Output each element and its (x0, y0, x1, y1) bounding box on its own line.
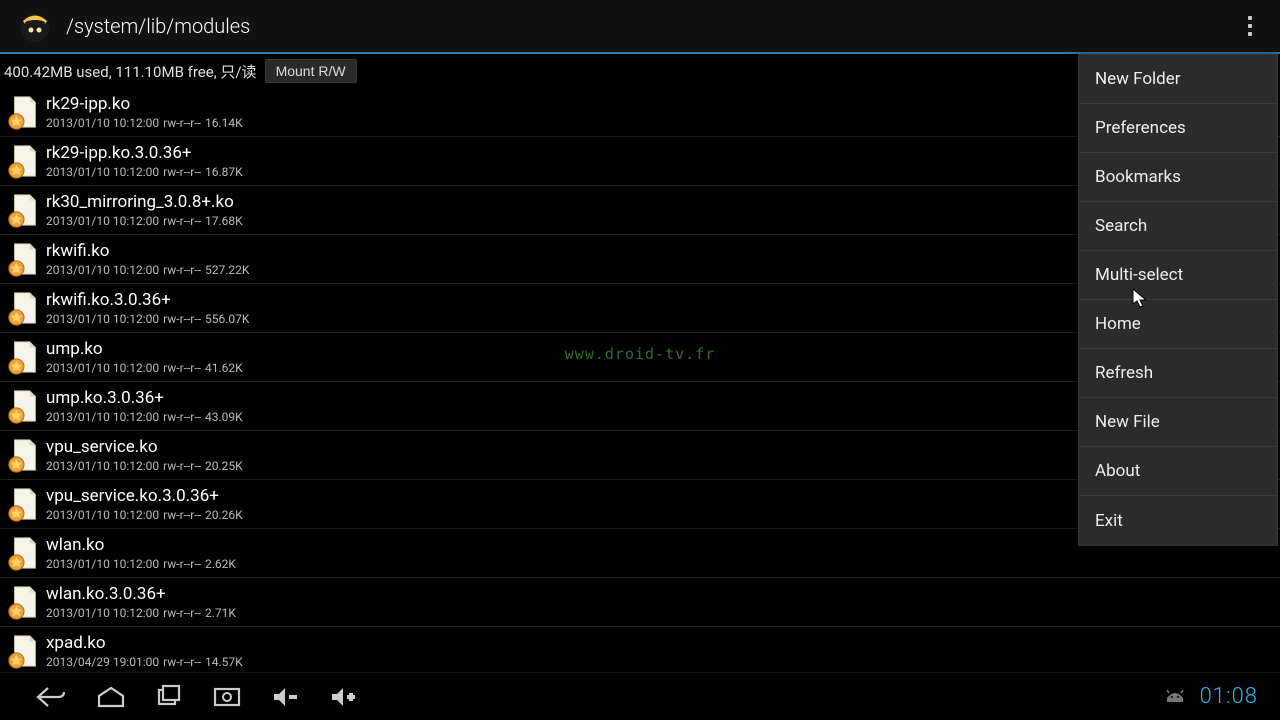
current-path[interactable]: /system/lib/modules (66, 14, 250, 38)
file-icon (2, 534, 46, 572)
menu-item-search[interactable]: Search (1079, 202, 1277, 251)
home-button[interactable] (96, 684, 126, 710)
more-icon (1248, 16, 1252, 36)
file-icon (2, 93, 46, 131)
menu-item-exit[interactable]: Exit (1079, 496, 1277, 545)
file-icon (2, 632, 46, 670)
file-name: rk30_mirroring_3.0.8+.ko (46, 192, 243, 212)
file-icon (2, 583, 46, 621)
app-icon (14, 5, 56, 47)
file-meta: 2013/01/10 10:12:00 rw-r--r-- 16.87K (46, 165, 243, 179)
system-navbar: 01:08 (0, 672, 1280, 720)
file-meta: 2013/01/10 10:12:00 rw-r--r-- 527.22K (46, 263, 249, 277)
file-icon (2, 240, 46, 278)
file-meta: 2013/01/10 10:12:00 rw-r--r-- 43.09K (46, 410, 243, 424)
back-button[interactable] (34, 684, 68, 710)
file-row[interactable]: wlan.ko.3.0.36+ 2013/01/10 10:12:00 rw-r… (0, 578, 1280, 627)
file-icon (2, 436, 46, 474)
file-icon (2, 191, 46, 229)
file-name: vpu_service.ko.3.0.36+ (46, 486, 243, 506)
file-name: ump.ko.3.0.36+ (46, 388, 243, 408)
volume-down-button[interactable] (270, 684, 300, 710)
menu-item-about[interactable]: About (1079, 447, 1277, 496)
file-meta: 2013/01/10 10:12:00 rw-r--r-- 16.14K (46, 116, 243, 130)
file-row[interactable]: xpad.ko 2013/04/29 19:01:00 rw-r--r-- 14… (0, 627, 1280, 672)
file-meta: 2013/01/10 10:12:00 rw-r--r-- 2.71K (46, 606, 236, 620)
volume-up-button[interactable] (328, 684, 358, 710)
file-name: rk29-ipp.ko (46, 94, 243, 114)
screenshot-button[interactable] (212, 684, 242, 710)
file-meta: 2013/01/10 10:12:00 rw-r--r-- 17.68K (46, 214, 243, 228)
menu-item-new-file[interactable]: New File (1079, 398, 1277, 447)
file-icon (2, 485, 46, 523)
file-name: rk29-ipp.ko.3.0.36+ (46, 143, 243, 163)
mount-rw-button[interactable]: Mount R/W (265, 59, 357, 83)
menu-item-multi-select[interactable]: Multi-select (1079, 251, 1277, 300)
file-meta: 2013/01/10 10:12:00 rw-r--r-- 20.25K (46, 459, 243, 473)
file-name: rkwifi.ko.3.0.36+ (46, 290, 249, 310)
menu-item-bookmarks[interactable]: Bookmarks (1079, 153, 1277, 202)
file-name: rkwifi.ko (46, 241, 249, 261)
file-name: xpad.ko (46, 633, 243, 653)
file-meta: 2013/01/10 10:12:00 rw-r--r-- 556.07K (46, 312, 249, 326)
menu-item-refresh[interactable]: Refresh (1079, 349, 1277, 398)
file-icon (2, 142, 46, 180)
menu-item-new-folder[interactable]: New Folder (1079, 55, 1277, 104)
file-icon (2, 338, 46, 376)
file-meta: 2013/01/10 10:12:00 rw-r--r-- 2.62K (46, 557, 236, 571)
file-name: wlan.ko (46, 535, 236, 555)
menu-item-preferences[interactable]: Preferences (1079, 104, 1277, 153)
overflow-menu-button[interactable] (1230, 0, 1270, 52)
file-meta: 2013/01/10 10:12:00 rw-r--r-- 41.62K (46, 361, 243, 375)
file-icon (2, 289, 46, 327)
clock[interactable]: 01:08 (1200, 684, 1258, 709)
menu-item-home[interactable]: Home (1079, 300, 1277, 349)
file-meta: 2013/04/29 19:01:00 rw-r--r-- 14.57K (46, 655, 243, 669)
title-bar: /system/lib/modules (0, 0, 1280, 54)
recent-apps-button[interactable] (154, 684, 184, 710)
file-name: vpu_service.ko (46, 437, 243, 457)
context-menu: New FolderPreferencesBookmarksSearchMult… (1078, 54, 1278, 546)
file-name: wlan.ko.3.0.36+ (46, 584, 236, 604)
file-meta: 2013/01/10 10:12:00 rw-r--r-- 20.26K (46, 508, 243, 522)
file-name: ump.ko (46, 339, 243, 359)
storage-usage-text: 400.42MB used, 111.10MB free, 只/读 (4, 61, 257, 82)
android-icon (1164, 688, 1186, 706)
file-icon (2, 387, 46, 425)
